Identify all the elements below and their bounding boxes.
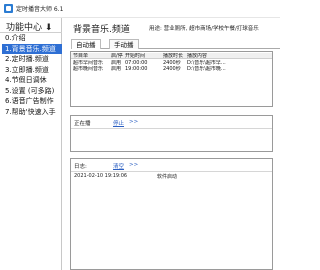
- now-playing-panel: 正在播 停止 >>: [70, 115, 273, 152]
- column-header[interactable]: 启/停: [111, 53, 123, 59]
- channel-title: 背景音乐.频道: [73, 25, 130, 35]
- window-title: 定时播音大师 6.1: [16, 6, 64, 13]
- table-header: 节目单 启/停 开始时间 播放时长 播放内容: [71, 53, 272, 59]
- usage-text: 用途: 营业厕所, 超市商场/学校午餐/打球音乐: [149, 26, 259, 32]
- sidebar-title: 功能中心: [6, 23, 43, 33]
- table-row[interactable]: 超市晚间音乐 启用 19:00:00 2400秒 D:\音乐\超市晚...: [71, 66, 272, 72]
- table-cell: 2400秒: [163, 66, 181, 72]
- clear-link-arrows: >>: [129, 162, 139, 168]
- sidebar-item-voice-ad[interactable]: 6.语音广告制作: [2, 96, 62, 107]
- sidebar-header: 功能中心 ⬇: [0, 18, 62, 33]
- log-panel: 日志: 清空 >> 2021-02-10 19:19:06 软件启动: [70, 158, 273, 270]
- tab-manual-play[interactable]: 手动播: [109, 39, 139, 49]
- sidebar-item-instant-play[interactable]: 3.立即播.频道: [2, 65, 62, 76]
- log-entry-message: 软件启动: [157, 174, 178, 180]
- arrow-down-icon: ⬇: [44, 23, 53, 33]
- column-header[interactable]: 播放内容: [187, 53, 271, 59]
- table-cell: 19:00:00: [125, 66, 148, 72]
- sidebar-item-scheduled-play[interactable]: 2.定时播.频道: [2, 54, 62, 65]
- divider: [71, 171, 272, 172]
- log-entry-time: 2021-02-10 19:19:06: [74, 173, 128, 179]
- main-panel: 背景音乐.频道 用途: 营业厕所, 超市商场/学校午餐/打球音乐 自动播 手动播…: [63, 18, 280, 270]
- now-playing-label: 正在播: [74, 121, 91, 127]
- sidebar-item-help[interactable]: 7.帮助'快速入手: [2, 107, 62, 118]
- channel-header: 背景音乐.频道 用途: 营业厕所, 超市商场/学校午餐/打球音乐: [63, 18, 280, 35]
- stop-link[interactable]: 停止: [113, 119, 124, 127]
- sidebar: 功能中心 ⬇ 0.介绍 1.背景音乐.频道 2.定时播.频道 3.立即播.频道 …: [0, 18, 62, 270]
- column-header[interactable]: 开始时间: [125, 53, 161, 59]
- stop-link-arrows: >>: [129, 119, 139, 125]
- log-label: 日志:: [74, 164, 87, 170]
- tab-auto-play[interactable]: 自动播: [71, 39, 101, 49]
- playlist-table: 节目单 启/停 开始时间 播放时长 播放内容 超市早间音乐 启用 07:00:0…: [70, 51, 273, 107]
- column-header[interactable]: 节目单: [73, 53, 109, 59]
- sidebar-item-holidays[interactable]: 4.节假日调休: [2, 75, 62, 86]
- sidebar-item-settings[interactable]: 5.设置 (可多路): [2, 86, 62, 97]
- divider: [71, 128, 272, 129]
- table-cell: 启用: [111, 66, 122, 72]
- sidebar-menu: 0.介绍 1.背景音乐.频道 2.定时播.频道 3.立即播.频道 4.节假日调休…: [2, 33, 62, 117]
- column-header[interactable]: 播放时长: [163, 53, 185, 59]
- clear-log-link[interactable]: 清空: [113, 162, 124, 170]
- table-cell: 超市晚间音乐: [73, 66, 104, 72]
- tab-bar: 自动播 手动播: [71, 39, 280, 49]
- sidebar-item-background-music[interactable]: 1.背景音乐.频道: [2, 43, 62, 54]
- app-icon: [4, 4, 13, 13]
- title-bar: 定时播音大师 6.1: [0, 0, 280, 18]
- sidebar-item-intro[interactable]: 0.介绍: [2, 33, 62, 44]
- table-cell: D:\音乐\超市晚...: [187, 66, 226, 72]
